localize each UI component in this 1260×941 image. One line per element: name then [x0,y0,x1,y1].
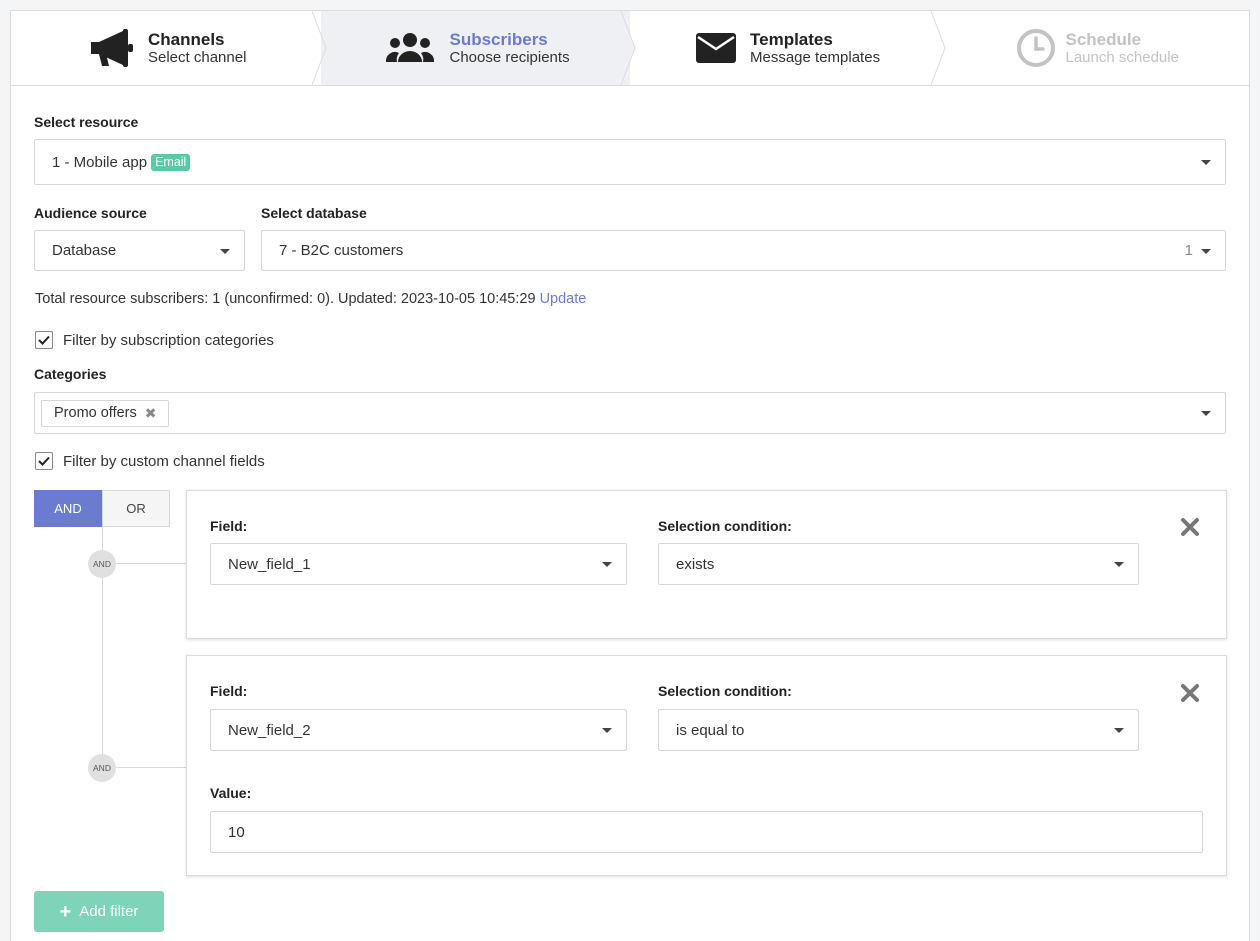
category-tag-label: Promo offers [54,405,137,421]
and-connector: AND [88,550,116,578]
step-separator [621,11,636,85]
condition-label: Selection condition: [658,518,792,534]
chevron-down-icon [1114,562,1124,567]
field-label: Field: [210,683,248,699]
condition-value: is equal to [676,721,745,739]
step-subtitle: Message templates [750,48,881,66]
add-filter-label: Add filter [79,903,139,920]
filter-categories-label: Filter by subscription categories [63,331,274,349]
remove-tag-icon[interactable]: ✖ [145,405,157,422]
resource-value: 1 - Mobile app [52,153,148,171]
clock-icon [1010,26,1062,70]
chevron-down-icon [1114,728,1124,733]
subscribers-info: Total resource subscribers: 1 (unconfirm… [35,291,586,307]
category-tag: Promo offers ✖ [41,399,170,427]
audience-source-value: Database [52,242,117,259]
filter-custom-checkbox[interactable] [35,452,53,470]
field-select[interactable]: New_field_1 [210,543,627,585]
step-title: Templates [750,29,833,49]
and-connector: AND [88,754,116,782]
step-title: Subscribers [449,29,548,49]
value-input[interactable]: 10 [210,811,1203,853]
tree-branch [116,767,186,768]
resource-select[interactable]: 1 - Mobile app Email [34,139,1226,185]
step-templates[interactable]: Templates Message templates [630,11,946,85]
step-subtitle: Select channel [148,48,247,66]
audience-source-label: Audience source [34,205,147,221]
plus-icon: + [59,900,72,923]
database-label: Select database [261,205,367,221]
and-button[interactable]: AND [34,490,102,527]
wizard-steps: Channels Select channel Subscribers Choo… [11,11,1249,86]
database-select[interactable]: 7 - B2C customers 1 [261,230,1226,271]
filter-categories-row: Filter by subscription categories [35,331,274,349]
categories-multiselect[interactable]: Promo offers ✖ [34,392,1226,434]
audience-source-select[interactable]: Database [34,230,245,271]
step-title: Schedule [1065,29,1142,49]
condition-label: Selection condition: [658,683,792,699]
subscribers-info-text: Total resource subscribers: 1 (unconfirm… [35,291,536,307]
close-icon[interactable] [1180,683,1200,703]
field-value: New_field_1 [228,555,311,573]
megaphone-icon [86,26,138,70]
condition-value: exists [676,555,715,573]
logic-toggle: AND OR [34,490,170,527]
add-filter-button[interactable]: + Add filter [34,891,164,932]
check-icon [38,335,50,345]
chevron-down-icon [602,728,612,733]
step-schedule: Schedule Launch schedule [939,11,1249,85]
filter-categories-checkbox[interactable] [35,331,53,349]
resource-label: Select resource [34,114,139,130]
step-subtitle: Launch schedule [1065,48,1179,66]
value-label: Value: [210,785,252,801]
database-value: 7 - B2C customers [279,242,404,259]
chevron-down-icon [1201,160,1211,165]
condition-select[interactable]: exists [658,543,1139,585]
field-label: Field: [210,518,248,534]
envelope-icon [690,26,742,70]
step-separator [930,11,946,85]
step-separator [311,11,327,85]
chevron-down-icon [1201,411,1211,416]
update-link[interactable]: Update [540,291,587,307]
chevron-down-icon [220,248,230,254]
step-title: Channels [148,29,225,49]
tree-branch [116,563,186,564]
step-subtitle: Choose recipients [449,48,570,66]
field-value: New_field_2 [228,721,311,739]
check-icon [38,456,50,466]
chevron-down-icon [602,562,612,567]
or-button[interactable]: OR [102,490,170,527]
campaign-panel: Channels Select channel Subscribers Choo… [10,10,1250,941]
filter-custom-row: Filter by custom channel fields [35,452,265,470]
step-channels[interactable]: Channels Select channel [11,11,327,85]
step-subscribers[interactable]: Subscribers Choose recipients [320,11,636,85]
database-count: 1 [1184,242,1193,259]
filter-custom-label: Filter by custom channel fields [63,452,265,470]
close-icon[interactable] [1180,517,1200,537]
filter-card: Field: New_field_1 Selection condition: … [186,490,1227,639]
channel-badge: Email [151,153,191,171]
filter-card: Field: New_field_2 Selection condition: … [186,655,1227,876]
field-select[interactable]: New_field_2 [210,709,627,751]
users-icon [384,26,436,70]
categories-label: Categories [34,366,107,382]
condition-select[interactable]: is equal to [658,709,1139,751]
chevron-down-icon [1201,248,1211,254]
